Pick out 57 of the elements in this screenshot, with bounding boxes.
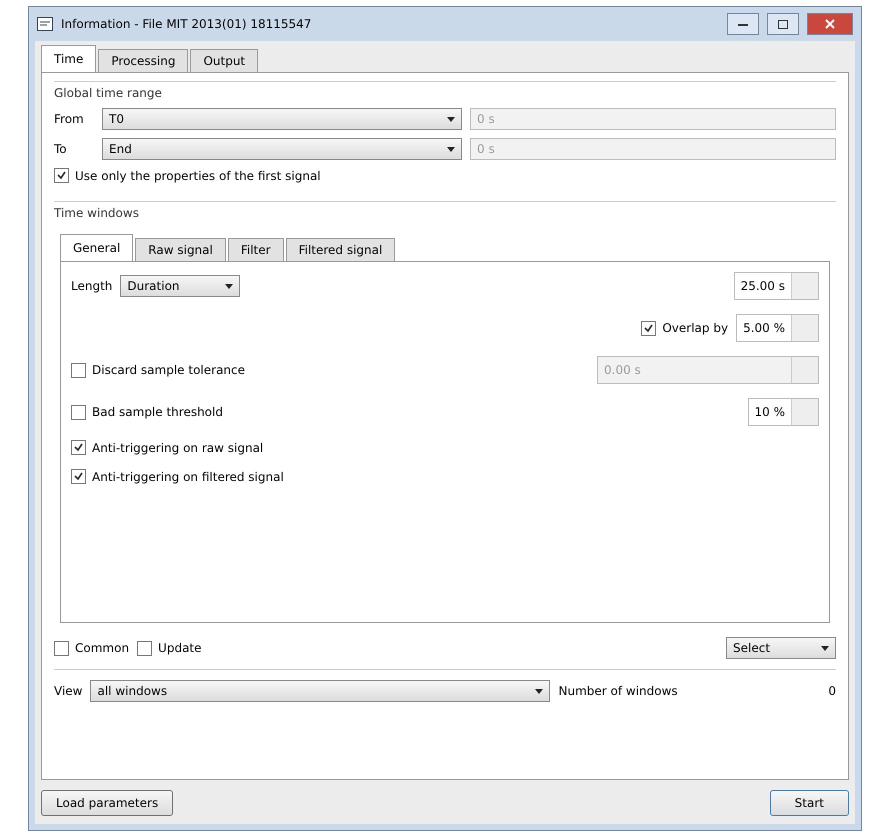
field-label: To <box>54 142 68 156</box>
group-label: Global time range <box>54 86 163 100</box>
checkbox[interactable] <box>137 640 152 656</box>
caret-icon <box>225 284 234 288</box>
close-icon <box>825 19 835 29</box>
minimize-icon <box>738 22 748 26</box>
dropdown[interactable]: T0 <box>102 108 462 130</box>
caret-icon <box>447 146 455 152</box>
checkbox[interactable] <box>71 404 86 420</box>
tab[interactable]: Filtered signal <box>286 238 396 261</box>
field-label: Length <box>71 279 112 293</box>
caret-icon <box>447 116 455 122</box>
spin-field[interactable]: 25.00 s <box>734 272 819 300</box>
dropdown[interactable]: all windows <box>90 680 550 702</box>
field-label: View <box>54 684 82 698</box>
checkbox-label: Anti-triggering on raw signal <box>92 440 264 454</box>
count-value: 0 <box>828 684 836 698</box>
caret-icon <box>535 688 544 694</box>
close-button[interactable] <box>807 13 853 35</box>
dropdown[interactable]: Duration <box>120 275 240 297</box>
field-label: From <box>54 112 85 126</box>
minimize-button[interactable] <box>727 13 759 35</box>
maximize-button[interactable] <box>767 13 799 35</box>
checkbox-label: Common <box>75 641 130 655</box>
check-icon <box>74 472 83 481</box>
tab[interactable]: General <box>60 234 134 261</box>
tab[interactable]: Filter <box>228 238 284 261</box>
checkbox[interactable] <box>54 168 69 183</box>
check-icon <box>644 324 654 332</box>
dropdown[interactable]: End <box>102 138 462 160</box>
spin-field[interactable]: 10 % <box>748 398 819 426</box>
caret-icon <box>821 646 829 650</box>
maximize-icon <box>778 20 788 28</box>
tab[interactable]: Output <box>190 49 258 72</box>
checkbox[interactable] <box>71 469 86 484</box>
field-label: Number of windows <box>558 684 678 698</box>
checkbox-label: Anti-triggering on filtered signal <box>92 470 284 484</box>
checkbox-label: Bad sample threshold <box>92 405 223 419</box>
select-button[interactable]: Select <box>726 637 836 659</box>
tab[interactable]: Processing <box>98 49 188 72</box>
checkbox-label: Discard sample tolerance <box>92 363 246 377</box>
checkbox[interactable] <box>641 320 656 336</box>
checkbox[interactable] <box>54 640 69 656</box>
tab[interactable]: Time <box>41 45 96 72</box>
group-label: Time windows <box>54 206 140 220</box>
start-button[interactable]: Start <box>770 790 849 816</box>
tab[interactable]: Raw signal <box>135 238 226 261</box>
check-icon <box>74 443 83 452</box>
spin-field[interactable]: 5.00 % <box>736 314 819 342</box>
checkbox-label: Update <box>158 641 202 655</box>
window-title: Information - File MIT 2013(01) 18115547 <box>61 17 312 31</box>
checkbox-label: Use only the properties of the first signal <box>75 168 321 182</box>
checkbox-label: Overlap by <box>662 321 728 335</box>
check-icon <box>57 171 66 180</box>
checkbox[interactable] <box>71 440 86 455</box>
window-icon <box>37 17 53 31</box>
load-parameters-button[interactable]: Load parameters <box>41 790 174 816</box>
